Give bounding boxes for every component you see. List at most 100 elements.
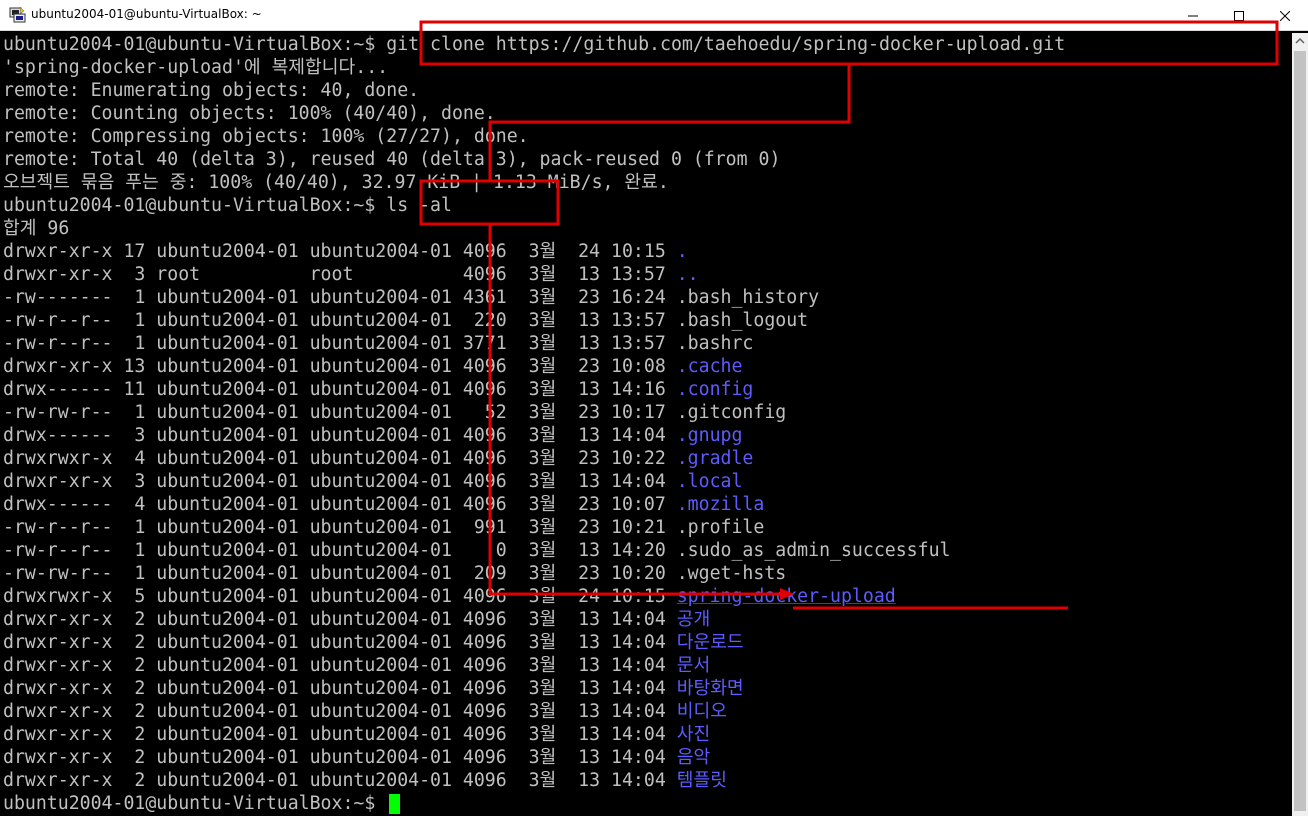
listing-meta: -rw-rw-r-- 1 ubuntu2004-01 ubuntu2004-01… [3, 402, 677, 423]
terminal-output-line: 오브젝트 묶음 푸는 중: 100% (40/40), 32.97 KiB | … [3, 172, 669, 193]
listing-row: drwxr-xr-x 13 ubuntu2004-01 ubuntu2004-0… [3, 355, 742, 378]
listing-name: .wget-hsts [676, 563, 787, 584]
terminal-line-current-prompt: ubuntu2004-01@ubuntu-VirtualBox:~$ [3, 792, 401, 815]
prompt: ubuntu2004-01@ubuntu-VirtualBox:~$ [3, 195, 387, 216]
listing-row: -rw-r--r-- 1 ubuntu2004-01 ubuntu2004-01… [3, 309, 808, 332]
terminal-screen[interactable]: ubuntu2004-01@ubuntu-VirtualBox:~$ git c… [0, 33, 1292, 816]
listing-row: -rw-r--r-- 1 ubuntu2004-01 ubuntu2004-01… [3, 539, 950, 562]
close-button[interactable] [1262, 0, 1308, 31]
listing-meta: drwx------ 11 ubuntu2004-01 ubuntu2004-0… [3, 379, 677, 400]
listing-meta: drwxr-xr-x 2 ubuntu2004-01 ubuntu2004-01… [3, 747, 677, 768]
listing-name: .profile [676, 517, 765, 538]
listing-name: .cache [676, 356, 743, 377]
scrollbar-thumb[interactable] [1294, 51, 1306, 811]
listing-name: .. [676, 264, 699, 285]
listing-meta: drwxrwxr-x 4 ubuntu2004-01 ubuntu2004-01… [3, 448, 677, 469]
listing-meta: drwxr-xr-x 2 ubuntu2004-01 ubuntu2004-01… [3, 770, 677, 791]
terminal-line-ls-command: ubuntu2004-01@ubuntu-VirtualBox:~$ ls -a… [3, 194, 452, 217]
listing-row: -rw-r--r-- 1 ubuntu2004-01 ubuntu2004-01… [3, 516, 764, 539]
listing-row: drwxr-xr-x 2 ubuntu2004-01 ubuntu2004-01… [3, 654, 710, 677]
listing-meta: drwxr-xr-x 3 ubuntu2004-01 ubuntu2004-01… [3, 471, 677, 492]
listing-row: drwxr-xr-x 2 ubuntu2004-01 ubuntu2004-01… [3, 677, 744, 700]
listing-name: 바탕화면 [676, 678, 744, 699]
listing-row: drwxr-xr-x 3 ubuntu2004-01 ubuntu2004-01… [3, 470, 742, 493]
listing-meta: drwxr-xr-x 3 root root 4096 3월 13 13:57 [3, 264, 677, 285]
vertical-scrollbar[interactable] [1292, 33, 1308, 816]
listing-row: drwxr-xr-x 2 ubuntu2004-01 ubuntu2004-01… [3, 723, 710, 746]
listing-name: 문서 [676, 655, 711, 676]
listing-row: -rw-rw-r-- 1 ubuntu2004-01 ubuntu2004-01… [3, 401, 786, 424]
window-title: ubuntu2004-01@ubuntu-VirtualBox: ~ [31, 7, 262, 21]
terminal-output-line: 'spring-docker-upload'에 복제합니다... [3, 57, 389, 78]
listing-row: drwxr-xr-x 3 root root 4096 3월 13 13:57 … [3, 263, 699, 286]
listing-row: drwxrwxr-x 4 ubuntu2004-01 ubuntu2004-01… [3, 447, 753, 470]
listing-name: .bashrc [676, 333, 754, 354]
listing-row: drwx------ 11 ubuntu2004-01 ubuntu2004-0… [3, 378, 753, 401]
window-title-bar[interactable]: ubuntu2004-01@ubuntu-VirtualBox: ~ [0, 0, 1308, 31]
listing-name: 사진 [676, 724, 711, 745]
minimize-icon [1188, 15, 1198, 16]
listing-row: drwx------ 3 ubuntu2004-01 ubuntu2004-01… [3, 424, 742, 447]
listing-name: .gradle [676, 448, 754, 469]
listing-name: .local [676, 471, 743, 492]
listing-row: drwxr-xr-x 2 ubuntu2004-01 ubuntu2004-01… [3, 608, 710, 631]
maximize-button[interactable] [1216, 0, 1262, 31]
close-icon [1280, 10, 1290, 21]
maximize-icon [1234, 10, 1244, 21]
listing-row: -rw------- 1 ubuntu2004-01 ubuntu2004-01… [3, 286, 819, 309]
listing-row: drwxr-xr-x 17 ubuntu2004-01 ubuntu2004-0… [3, 240, 688, 263]
listing-name: 음악 [676, 747, 711, 768]
listing-meta: drwxr-xr-x 17 ubuntu2004-01 ubuntu2004-0… [3, 241, 677, 262]
command-text: ls -al [386, 195, 452, 216]
listing-meta: drwxrwxr-x 5 ubuntu2004-01 ubuntu2004-01… [3, 586, 677, 607]
listing-row: drwxr-xr-x 2 ubuntu2004-01 ubuntu2004-01… [3, 769, 727, 792]
listing-meta: drwxr-xr-x 13 ubuntu2004-01 ubuntu2004-0… [3, 356, 677, 377]
listing-meta: -rw-rw-r-- 1 ubuntu2004-01 ubuntu2004-01… [3, 563, 677, 584]
listing-row: drwxr-xr-x 2 ubuntu2004-01 ubuntu2004-01… [3, 746, 710, 769]
terminal-total-line: 합계 96 [3, 218, 70, 239]
listing-name: .bash_logout [676, 310, 809, 331]
prompt: ubuntu2004-01@ubuntu-VirtualBox:~$ [3, 793, 387, 814]
listing-row: drwxr-xr-x 2 ubuntu2004-01 ubuntu2004-01… [3, 631, 744, 654]
listing-row: drwx------ 4 ubuntu2004-01 ubuntu2004-01… [3, 493, 764, 516]
listing-name: . [676, 241, 688, 262]
listing-meta: drwxr-xr-x 2 ubuntu2004-01 ubuntu2004-01… [3, 632, 677, 653]
terminal-cursor [389, 794, 401, 814]
listing-meta: drwx------ 4 ubuntu2004-01 ubuntu2004-01… [3, 494, 677, 515]
listing-name: .gitconfig [676, 402, 787, 423]
listing-name: .config [676, 379, 754, 400]
listing-name: .bash_history [676, 287, 820, 308]
listing-name: 템플릿 [676, 770, 727, 791]
minimize-button[interactable] [1170, 0, 1216, 31]
listing-meta: drwxr-xr-x 2 ubuntu2004-01 ubuntu2004-01… [3, 701, 677, 722]
listing-meta: drwxr-xr-x 2 ubuntu2004-01 ubuntu2004-01… [3, 609, 677, 630]
terminal-line-clone-command: ubuntu2004-01@ubuntu-VirtualBox:~$ git c… [3, 33, 1065, 56]
listing-row: drwxr-xr-x 2 ubuntu2004-01 ubuntu2004-01… [3, 700, 727, 723]
listing-row: -rw-r--r-- 1 ubuntu2004-01 ubuntu2004-01… [3, 332, 753, 355]
terminal-output-line: remote: Enumerating objects: 40, done. [3, 80, 420, 101]
listing-meta: -rw-r--r-- 1 ubuntu2004-01 ubuntu2004-01… [3, 540, 677, 561]
command-text: git clone https://github.com/taehoedu/sp… [386, 34, 1066, 55]
listing-name-cloned-repo: spring-docker-upload [676, 586, 896, 607]
listing-name: 공개 [676, 609, 711, 630]
terminal-output-line: remote: Counting objects: 100% (40/40), … [3, 103, 496, 124]
listing-meta: -rw------- 1 ubuntu2004-01 ubuntu2004-01… [3, 287, 677, 308]
scroll-up-arrow-icon[interactable] [1292, 33, 1308, 49]
listing-meta: -rw-r--r-- 1 ubuntu2004-01 ubuntu2004-01… [3, 333, 677, 354]
terminal-output-line: remote: Total 40 (delta 3), reused 40 (d… [3, 149, 781, 170]
listing-row-highlighted: drwxrwxr-x 5 ubuntu2004-01 ubuntu2004-01… [3, 585, 896, 608]
listing-name: .gnupg [676, 425, 743, 446]
terminal-output-line: remote: Compressing objects: 100% (27/27… [3, 126, 529, 147]
listing-meta: drwx------ 3 ubuntu2004-01 ubuntu2004-01… [3, 425, 677, 446]
listing-meta: drwxr-xr-x 2 ubuntu2004-01 ubuntu2004-01… [3, 724, 677, 745]
listing-meta: drwxr-xr-x 2 ubuntu2004-01 ubuntu2004-01… [3, 678, 677, 699]
putty-icon [9, 6, 26, 23]
listing-meta: drwxr-xr-x 2 ubuntu2004-01 ubuntu2004-01… [3, 655, 677, 676]
listing-meta: -rw-r--r-- 1 ubuntu2004-01 ubuntu2004-01… [3, 517, 677, 538]
listing-name: .sudo_as_admin_successful [676, 540, 951, 561]
listing-name: .mozilla [676, 494, 765, 515]
listing-meta: -rw-r--r-- 1 ubuntu2004-01 ubuntu2004-01… [3, 310, 677, 331]
listing-row: -rw-rw-r-- 1 ubuntu2004-01 ubuntu2004-01… [3, 562, 786, 585]
listing-name: 비디오 [676, 701, 727, 722]
prompt: ubuntu2004-01@ubuntu-VirtualBox:~$ [3, 34, 387, 55]
